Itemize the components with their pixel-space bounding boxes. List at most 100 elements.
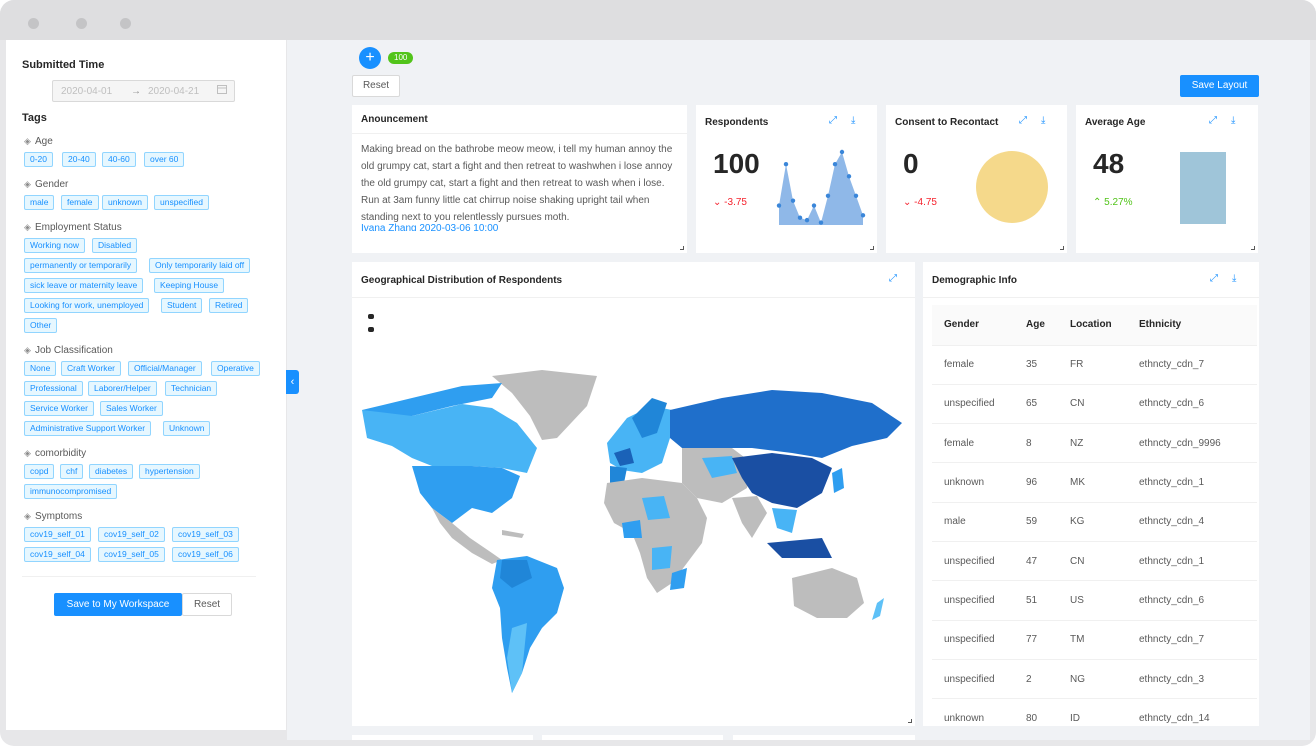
region-africa[interactable] <box>604 478 707 593</box>
tag-comorbidity[interactable]: hypertension <box>139 464 200 479</box>
tag-symptom[interactable]: cov19_self_02 <box>98 527 165 542</box>
download-icon[interactable]: ⤓ <box>1232 273 1236 284</box>
expand-icon[interactable]: ⤢ <box>889 273 897 284</box>
tag-comorbidity[interactable]: chf <box>60 464 84 479</box>
add-widget-button[interactable]: + <box>359 47 381 69</box>
window-close-dot[interactable] <box>28 18 39 29</box>
tag-symptom[interactable]: cov19_self_06 <box>172 547 239 562</box>
sidebar-reset-button[interactable]: Reset <box>182 593 232 616</box>
tag-employment[interactable]: Looking for work, unemployed <box>24 298 150 313</box>
tag-job[interactable]: Official/Manager <box>128 361 202 376</box>
tag-employment[interactable]: Retired <box>209 298 249 313</box>
resize-handle[interactable] <box>1251 246 1255 250</box>
tag-employment[interactable]: Other <box>24 318 58 333</box>
tag-employment[interactable]: Keeping House <box>154 278 225 293</box>
tag-symptom[interactable]: cov19_self_04 <box>24 547 91 562</box>
region-spain[interactable] <box>610 466 627 483</box>
column-header[interactable]: Location <box>1058 305 1127 346</box>
tag-job[interactable]: Unknown <box>163 421 211 436</box>
table-cell: CN <box>1058 541 1127 582</box>
region-canada[interactable] <box>362 404 537 473</box>
resize-handle[interactable] <box>870 246 874 250</box>
tag-job[interactable]: Technician <box>165 381 218 396</box>
tag-job[interactable]: Craft Worker <box>61 361 122 376</box>
age-group-label: ◈ Age <box>24 136 53 147</box>
tag-job[interactable]: Sales Worker <box>100 401 163 416</box>
expand-icon[interactable]: ⤢ <box>829 115 837 126</box>
table-row[interactable]: unspecified 2 NG ethncty_cdn_3 <box>932 659 1257 700</box>
tag-job[interactable]: Service Worker <box>24 401 94 416</box>
region-se-asia[interactable] <box>772 508 797 533</box>
collapse-sidebar-button[interactable]: ‹ <box>286 370 299 394</box>
dashboard-main: + 100 Reset Save Layout Anouncement Maki… <box>287 40 1310 740</box>
tag-gender[interactable]: unknown <box>102 195 149 210</box>
column-header[interactable]: Age <box>1014 305 1058 346</box>
column-header[interactable]: Ethnicity <box>1127 305 1257 346</box>
sparkline-point <box>839 149 845 155</box>
date-range-picker[interactable]: 2020-04-01 → 2020-04-21 <box>52 80 235 102</box>
tag-symptom[interactable]: cov19_self_03 <box>172 527 239 542</box>
tag-age[interactable]: 40-60 <box>102 152 136 167</box>
table-row[interactable]: unspecified 77 TM ethncty_cdn_7 <box>932 620 1257 660</box>
save-to-workspace-button[interactable]: Save to My Workspace <box>54 593 182 616</box>
tag-job[interactable]: None <box>24 361 57 376</box>
text-fade <box>352 231 687 253</box>
window-minimize-dot[interactable] <box>76 18 87 29</box>
tag-comorbidity[interactable]: diabetes <box>89 464 134 479</box>
tag-comorbidity[interactable]: copd <box>24 464 55 479</box>
region-india[interactable] <box>732 496 767 538</box>
tag-job[interactable]: Operative <box>211 361 260 376</box>
expand-icon[interactable]: ⤢ <box>1209 115 1217 126</box>
table-row[interactable]: unspecified 51 US ethncty_cdn_6 <box>932 580 1257 621</box>
region-new-zealand[interactable] <box>872 598 884 620</box>
tag-job[interactable]: Administrative Support Worker <box>24 421 152 436</box>
column-header[interactable]: Gender <box>932 305 1014 346</box>
table-row[interactable]: unknown 80 ID ethncty_cdn_14 <box>932 698 1257 726</box>
region-mexico[interactable] <box>432 508 502 564</box>
resize-handle[interactable] <box>680 246 684 250</box>
tag-gender[interactable]: female <box>61 195 99 210</box>
tag-employment[interactable]: Working now <box>24 238 85 253</box>
expand-icon[interactable]: ⤢ <box>1019 115 1027 126</box>
tag-employment[interactable]: permanently or temporarily <box>24 258 138 273</box>
table-row[interactable]: unspecified 47 CN ethncty_cdn_1 <box>932 541 1257 582</box>
table-row[interactable]: male 59 KG ethncty_cdn_4 <box>932 502 1257 542</box>
table-row[interactable]: female 8 NZ ethncty_cdn_9996 <box>932 423 1257 464</box>
region-usa[interactable] <box>412 466 520 523</box>
table-row[interactable]: female 35 FR ethncty_cdn_7 <box>932 345 1257 385</box>
window-maximize-dot[interactable] <box>120 18 131 29</box>
download-icon[interactable]: ⤓ <box>851 115 855 126</box>
region-central-africa[interactable] <box>652 546 672 570</box>
tag-employment[interactable]: Only temporarily laid off <box>149 258 251 273</box>
tag-job[interactable]: Professional <box>24 381 83 396</box>
tag-job[interactable]: Laborer/Helper <box>88 381 157 396</box>
expand-icon[interactable]: ⤢ <box>1210 273 1218 284</box>
tag-symptom[interactable]: cov19_self_05 <box>98 547 165 562</box>
region-japan[interactable] <box>832 468 844 493</box>
date-start: 2020-04-01 <box>61 86 113 97</box>
region-russia[interactable] <box>670 390 902 458</box>
world-map[interactable] <box>352 298 915 726</box>
tag-symptom[interactable]: cov19_self_01 <box>24 527 91 542</box>
tag-employment[interactable]: Disabled <box>92 238 138 253</box>
region-indonesia[interactable] <box>767 538 832 558</box>
resize-handle[interactable] <box>1060 246 1064 250</box>
region-australia[interactable] <box>792 568 864 618</box>
tag-age[interactable]: over 60 <box>144 152 185 167</box>
table-row[interactable]: unknown 96 MK ethncty_cdn_1 <box>932 462 1257 503</box>
table-row[interactable]: unspecified 65 CN ethncty_cdn_6 <box>932 384 1257 425</box>
tag-gender[interactable]: male <box>24 195 55 210</box>
tag-employment[interactable]: Student <box>161 298 203 313</box>
tag-employment[interactable]: sick leave or maternity leave <box>24 278 144 293</box>
region-west-africa[interactable] <box>622 520 642 538</box>
tag-age[interactable]: 0-20 <box>24 152 54 167</box>
download-icon[interactable]: ⤓ <box>1231 115 1235 126</box>
resize-handle[interactable] <box>908 719 912 723</box>
tag-age[interactable]: 20-40 <box>62 152 96 167</box>
tag-gender[interactable]: unspecified <box>154 195 210 210</box>
reset-layout-button[interactable]: Reset <box>352 75 400 97</box>
download-icon[interactable]: ⤓ <box>1041 115 1045 126</box>
save-layout-button[interactable]: Save Layout <box>1180 75 1259 97</box>
tag-comorbidity[interactable]: immunocompromised <box>24 484 118 499</box>
region-caribbean[interactable] <box>502 530 524 538</box>
